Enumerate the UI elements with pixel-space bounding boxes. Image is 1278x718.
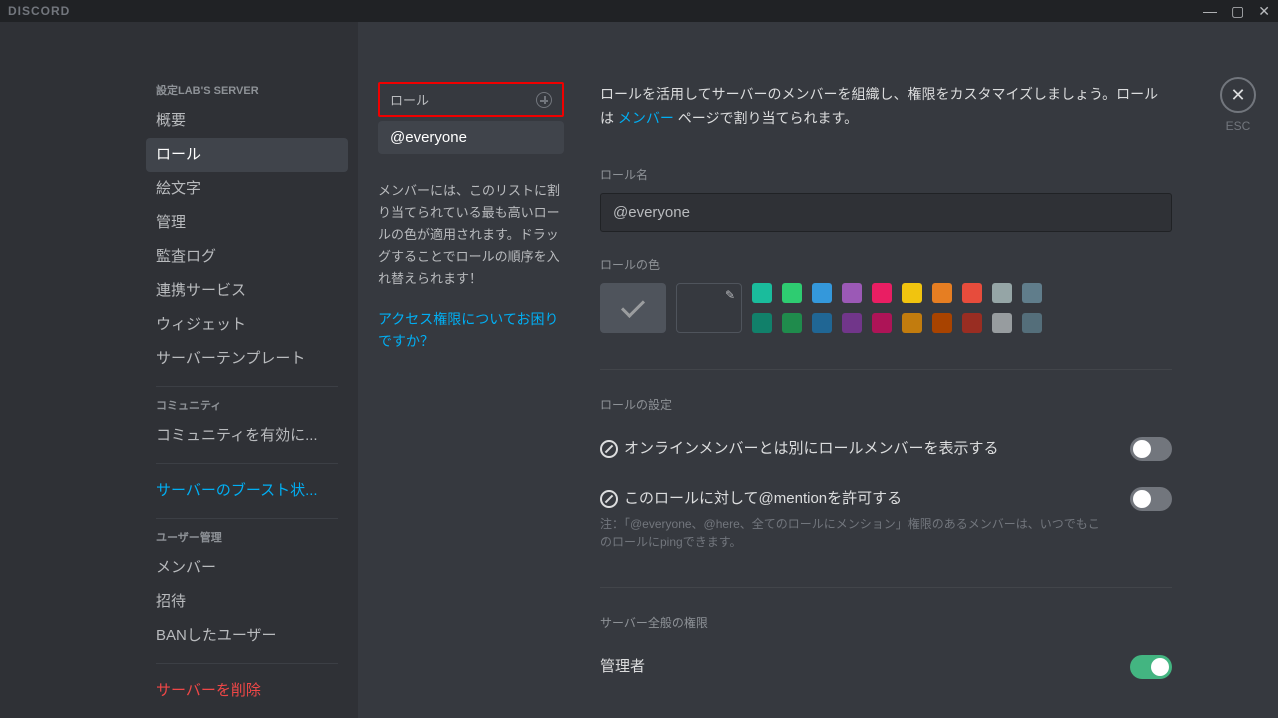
sidebar-item-template[interactable]: サーバーテンプレート: [146, 342, 348, 376]
window-buttons: — ▢ ✕: [1203, 3, 1270, 20]
sidebar-heading-community: コミュニティ: [156, 397, 338, 413]
members-link[interactable]: メンバー: [618, 110, 674, 126]
color-swatch[interactable]: [992, 313, 1012, 333]
default-color-swatch[interactable]: [600, 283, 666, 333]
color-swatch[interactable]: [992, 283, 1012, 303]
color-swatch[interactable]: [902, 283, 922, 303]
color-swatch[interactable]: [752, 283, 772, 303]
app-logo: DISCORD: [8, 4, 70, 18]
roles-column: ロール @everyone メンバーには、このリストに割り当てられている最も高い…: [358, 22, 580, 718]
intro-text-post: ページで割り当てられます。: [674, 110, 858, 126]
color-swatch[interactable]: [842, 283, 862, 303]
sidebar-divider: [156, 518, 338, 519]
color-picker-row: ✎: [600, 283, 1172, 333]
perm-title: 管理者: [600, 655, 645, 679]
role-color-label: ロールの色: [600, 256, 1172, 273]
sidebar-item-audit-log[interactable]: 監査ログ: [146, 240, 348, 274]
sidebar-divider: [156, 463, 338, 464]
settings-sidebar: 設定LAB'S SERVER 概要 ロール 絵文字 管理 監査ログ 連携サービス…: [140, 22, 358, 718]
sidebar-item-delete-server[interactable]: サーバーを削除: [146, 674, 348, 708]
app-body: 設定LAB'S SERVER 概要 ロール 絵文字 管理 監査ログ 連携サービス…: [0, 22, 1278, 718]
setting-allow-mention: このロールに対して@mentionを許可する 注：「@everyone、@her…: [600, 487, 1172, 551]
sidebar-item-widget[interactable]: ウィジェット: [146, 308, 348, 342]
sidebar-heading-server: 設定LAB'S SERVER: [156, 82, 338, 98]
sidebar-item-roles[interactable]: ロール: [146, 138, 348, 172]
toggle-allow-mention[interactable]: [1130, 487, 1172, 511]
divider: [600, 587, 1172, 588]
sidebar-item-integrations[interactable]: 連携サービス: [146, 274, 348, 308]
minimize-button[interactable]: —: [1203, 3, 1217, 20]
roles-header[interactable]: ロール: [378, 82, 564, 117]
sidebar-divider: [156, 663, 338, 664]
eyedropper-icon: ✎: [725, 288, 735, 302]
sidebar-item-bans[interactable]: BANしたユーザー: [146, 619, 348, 653]
sidebar-divider: [156, 386, 338, 387]
sidebar-item-enable-community[interactable]: コミュニティを有効に...: [146, 419, 348, 453]
setting-title: このロールに対して@mentionを許可する: [600, 487, 1110, 511]
perm-text: 管理者: [600, 655, 645, 679]
divider: [600, 369, 1172, 370]
custom-color-swatch[interactable]: ✎: [676, 283, 742, 333]
color-row-2: [752, 313, 1042, 333]
perm-administrator: 管理者: [600, 655, 1172, 679]
esc-label: ESC: [1198, 119, 1278, 133]
role-name-label: ロール名: [600, 166, 1172, 183]
color-swatch[interactable]: [1022, 283, 1042, 303]
sidebar-heading-user-mgmt: ユーザー管理: [156, 529, 338, 545]
color-swatch[interactable]: [812, 313, 832, 333]
color-swatch[interactable]: [782, 283, 802, 303]
color-swatch[interactable]: [962, 313, 982, 333]
content-area: ロール @everyone メンバーには、このリストに割り当てられている最も高い…: [358, 22, 1278, 718]
roles-hint-text: メンバーには、このリストに割り当てられている最も高いロールの色が適用されます。ド…: [378, 180, 564, 290]
color-swatch[interactable]: [902, 313, 922, 333]
color-swatch[interactable]: [962, 283, 982, 303]
prohibited-icon: [600, 440, 618, 458]
sidebar-item-boost[interactable]: サーバーのブースト状...: [146, 474, 348, 508]
maximize-button[interactable]: ▢: [1231, 3, 1244, 20]
close-button[interactable]: ✕: [1258, 3, 1270, 20]
roles-help-link[interactable]: アクセス権限についてお困りですか？: [378, 308, 564, 352]
toggle-display-separately[interactable]: [1130, 437, 1172, 461]
color-swatch[interactable]: [752, 313, 772, 333]
sidebar-item-moderation[interactable]: 管理: [146, 206, 348, 240]
sidebar-item-members[interactable]: メンバー: [146, 551, 348, 585]
color-swatch[interactable]: [872, 283, 892, 303]
role-item-everyone[interactable]: @everyone: [378, 121, 564, 154]
sidebar-item-emoji[interactable]: 絵文字: [146, 172, 348, 206]
role-settings-column: ロールを活用してサーバーのメンバーを組織し、権限をカスタマイズしましょう。ロール…: [580, 22, 1198, 718]
setting-title: オンラインメンバーとは別にロールメンバーを表示する: [600, 437, 999, 461]
sidebar-left-gutter: [0, 22, 140, 718]
setting-display-separately: オンラインメンバーとは別にロールメンバーを表示する: [600, 437, 1172, 461]
color-grid: [752, 283, 1042, 333]
role-name-input[interactable]: [600, 193, 1172, 232]
add-role-icon[interactable]: [536, 92, 552, 108]
color-row-1: [752, 283, 1042, 303]
role-settings-label: ロールの設定: [600, 396, 1172, 413]
roles-header-label: ロール: [390, 90, 429, 109]
toggle-administrator[interactable]: [1130, 655, 1172, 679]
titlebar: DISCORD — ▢ ✕: [0, 0, 1278, 22]
color-swatch[interactable]: [812, 283, 832, 303]
roles-intro: ロールを活用してサーバーのメンバーを組織し、権限をカスタマイズしましょう。ロール…: [600, 82, 1172, 130]
color-swatch[interactable]: [782, 313, 802, 333]
check-icon: [621, 294, 645, 318]
prohibited-icon: [600, 490, 618, 508]
color-swatch[interactable]: [1022, 313, 1042, 333]
color-swatch[interactable]: [932, 283, 952, 303]
esc-button[interactable]: ✕: [1220, 77, 1256, 113]
color-swatch[interactable]: [932, 313, 952, 333]
sidebar-item-invites[interactable]: 招待: [146, 585, 348, 619]
setting-note: 注：「@everyone、@here、全てのロールにメンション」権限のあるメンバ…: [600, 515, 1110, 551]
setting-text: このロールに対して@mentionを許可する: [624, 487, 902, 511]
color-swatch[interactable]: [872, 313, 892, 333]
setting-text: オンラインメンバーとは別にロールメンバーを表示する: [624, 437, 999, 461]
general-perms-label: サーバー全般の権限: [600, 614, 1172, 631]
color-swatch[interactable]: [842, 313, 862, 333]
esc-column: ✕ ESC: [1198, 22, 1278, 718]
sidebar-item-overview[interactable]: 概要: [146, 104, 348, 138]
